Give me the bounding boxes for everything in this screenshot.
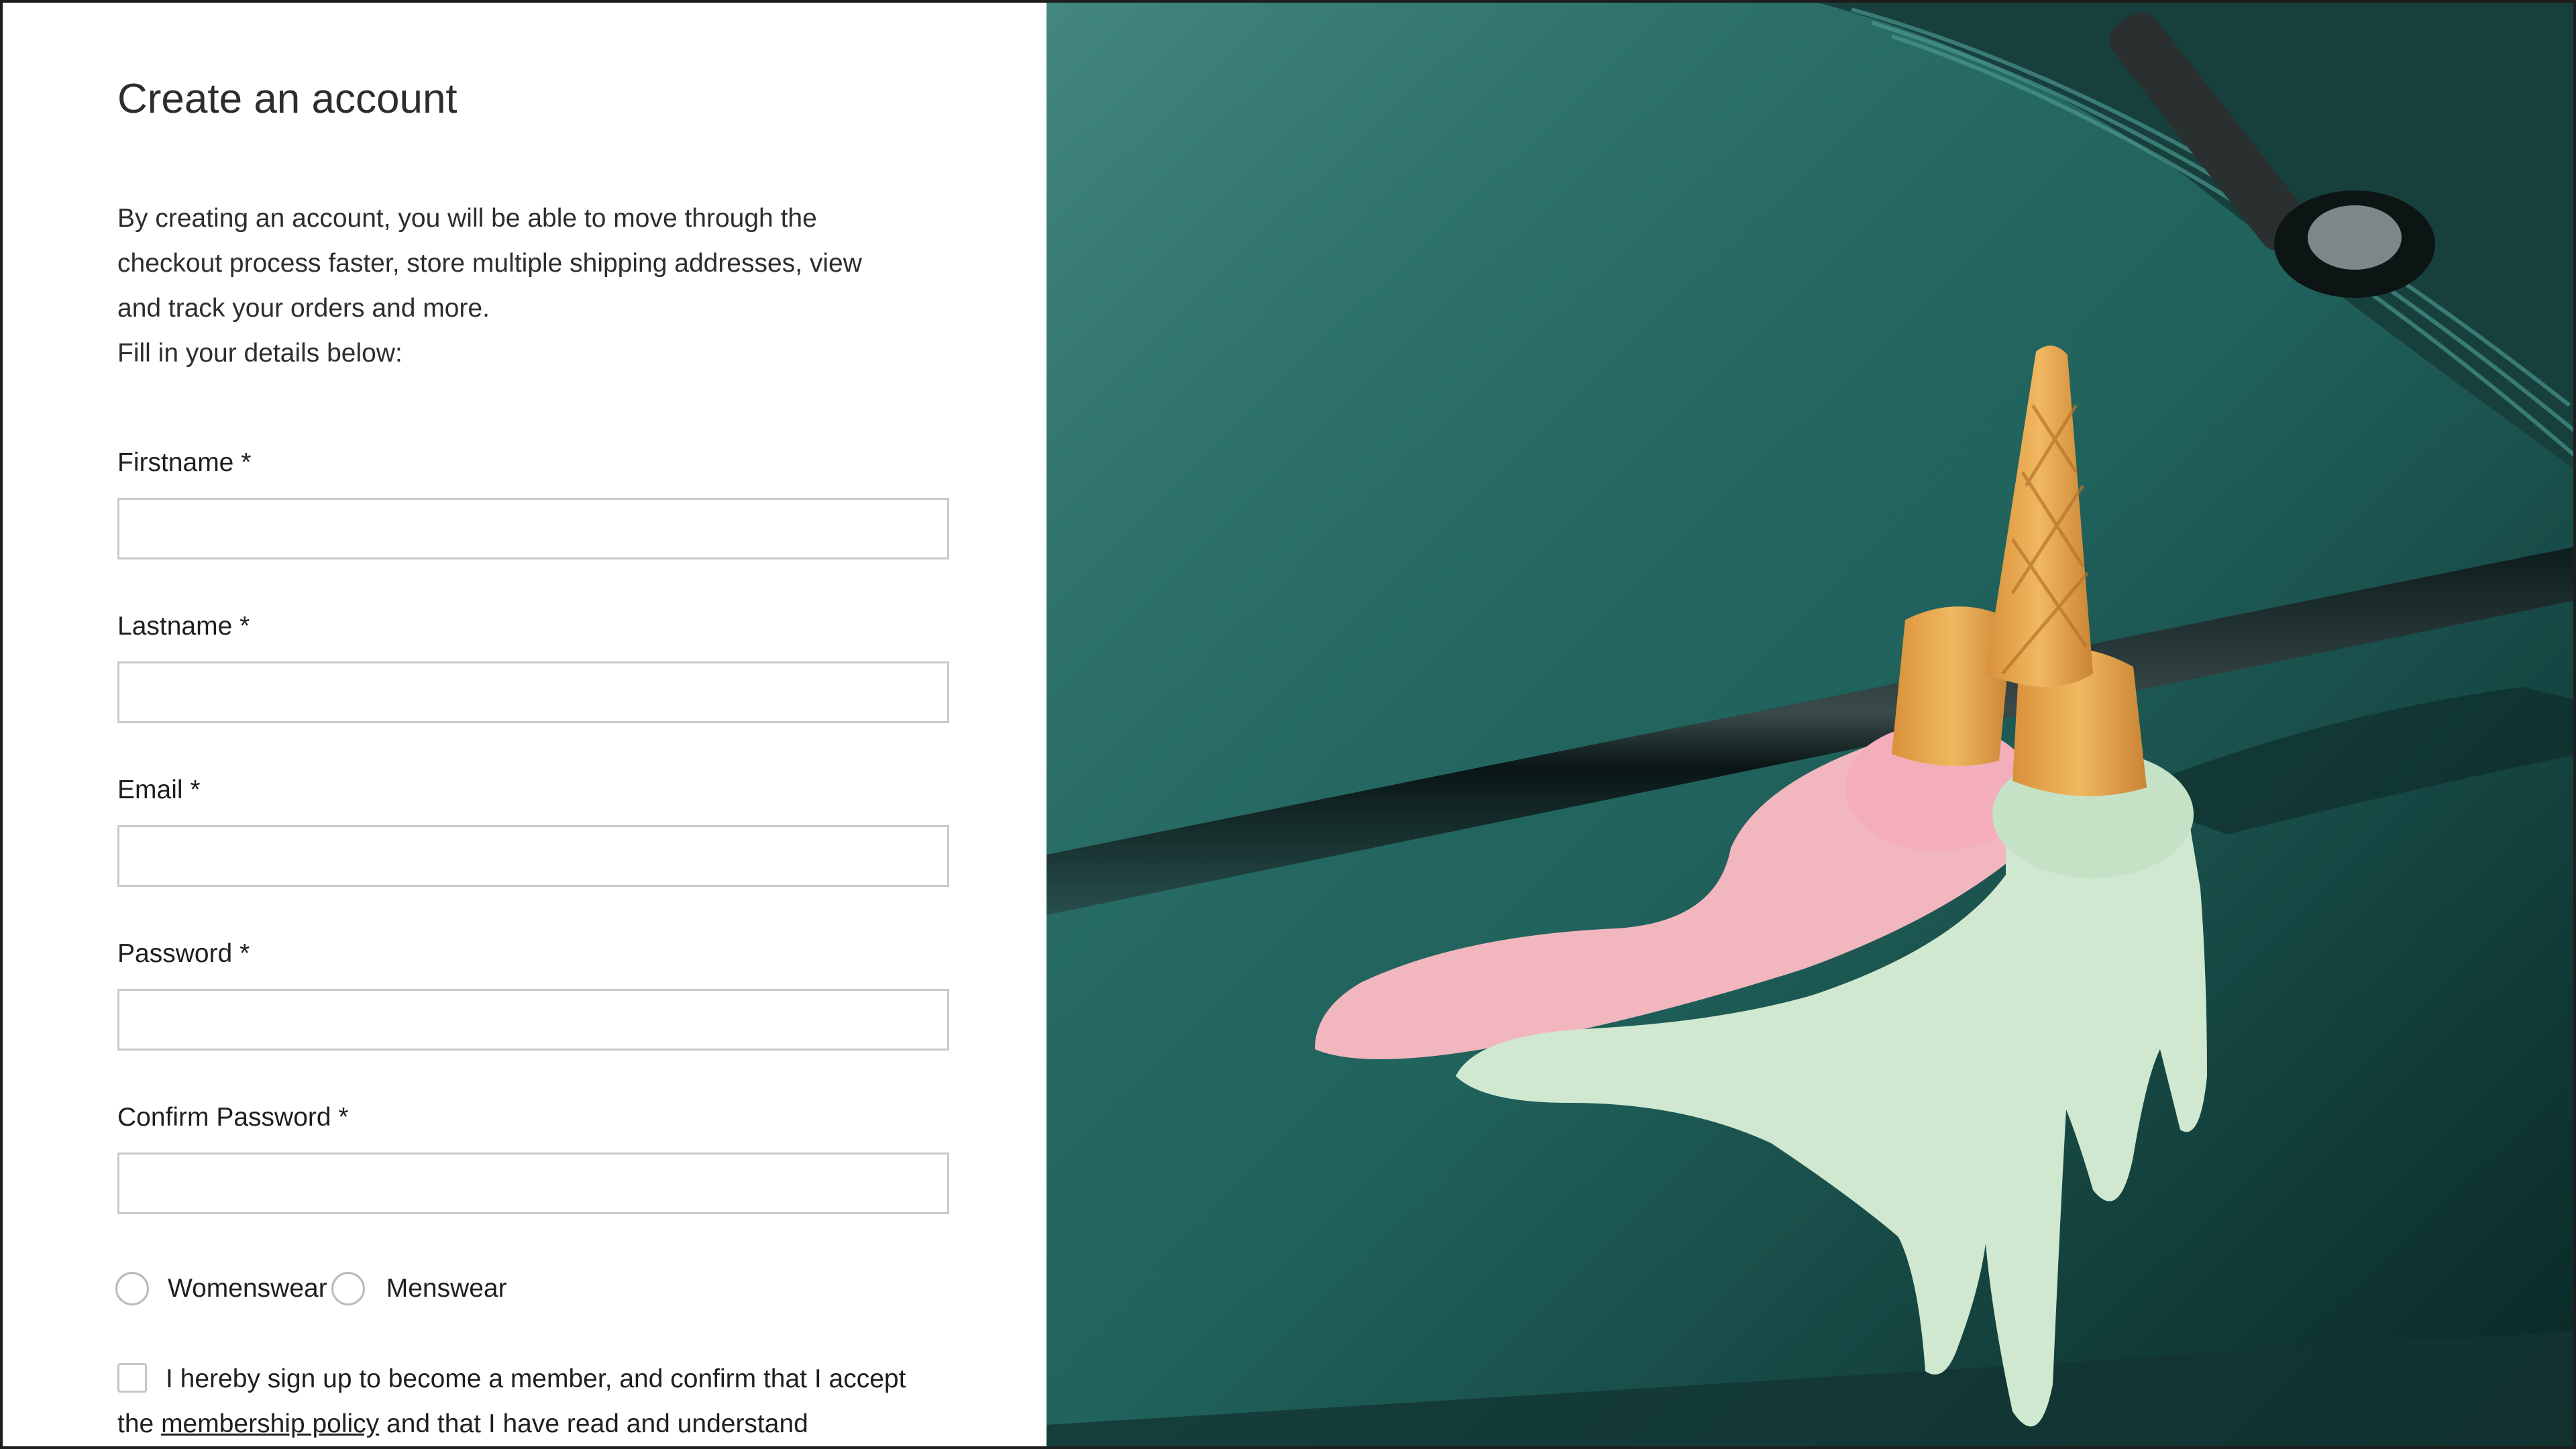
hero-image bbox=[1046, 3, 2573, 1446]
melted-ice-cream-illustration bbox=[1046, 3, 2573, 1446]
intro-line: By creating an account, you will be able… bbox=[117, 204, 817, 233]
womenswear-radio[interactable] bbox=[115, 1272, 149, 1305]
password-field[interactable] bbox=[117, 989, 949, 1051]
page-title: Create an account bbox=[117, 76, 458, 122]
intro-line: Fill in your details below: bbox=[117, 339, 402, 368]
lastname-label: Lastname * bbox=[117, 612, 250, 641]
intro-text: By creating an account, you will be able… bbox=[117, 196, 896, 376]
firstname-field[interactable] bbox=[117, 498, 949, 559]
confirm-password-field[interactable] bbox=[117, 1152, 949, 1214]
membership-policy-link[interactable]: membership policy bbox=[161, 1409, 379, 1438]
menswear-label[interactable]: Menswear bbox=[386, 1274, 507, 1303]
membership-checkbox[interactable] bbox=[117, 1363, 147, 1393]
intro-line: checkout process faster, store multiple … bbox=[117, 249, 862, 278]
firstname-label: Firstname * bbox=[117, 448, 252, 477]
lastname-field[interactable] bbox=[117, 661, 949, 723]
signup-form-panel: Create an account By creating an account… bbox=[3, 3, 1046, 1446]
menswear-radio[interactable] bbox=[331, 1272, 365, 1305]
membership-terms: I hereby sign up to become a member, and… bbox=[117, 1356, 922, 1446]
email-label: Email * bbox=[117, 775, 201, 804]
terms-text-continued: and that I have read and understand bbox=[379, 1409, 808, 1438]
preference-radio-group: Womenswear Menswear bbox=[115, 1271, 507, 1307]
womenswear-label[interactable]: Womenswear bbox=[168, 1274, 327, 1303]
intro-line: and track your orders and more. bbox=[117, 294, 490, 323]
email-field[interactable] bbox=[117, 825, 949, 887]
page-frame: Create an account By creating an account… bbox=[0, 0, 2576, 1449]
password-label: Password * bbox=[117, 939, 250, 968]
confirm-password-label: Confirm Password * bbox=[117, 1103, 349, 1132]
